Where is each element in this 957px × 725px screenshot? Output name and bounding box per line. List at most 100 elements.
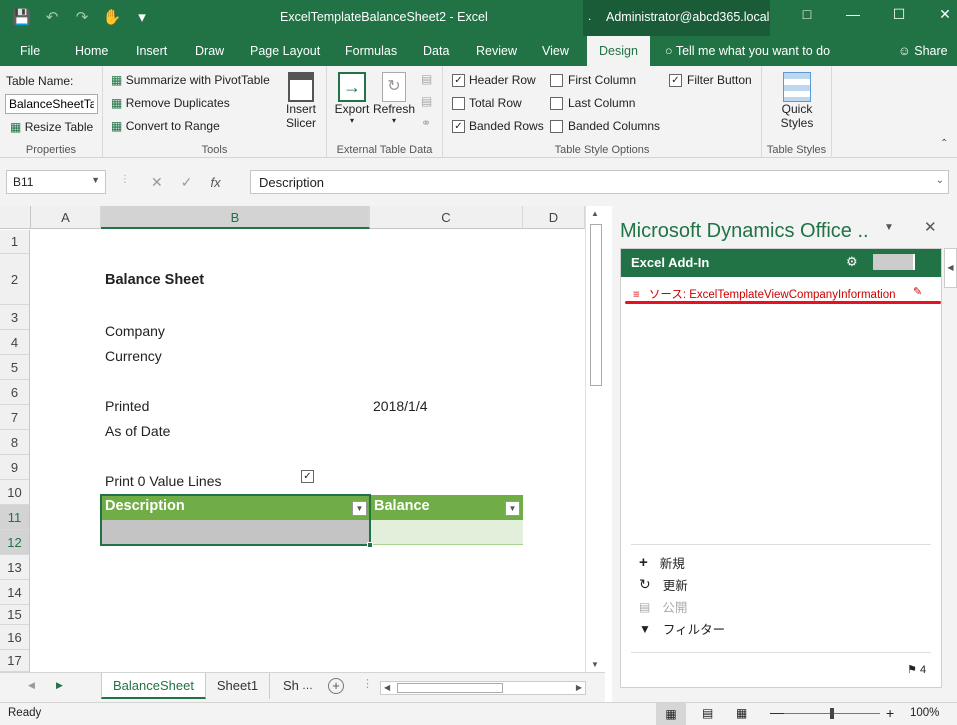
column-header-d[interactable]: D <box>523 206 585 229</box>
hscroll-thumb[interactable] <box>397 683 503 693</box>
row-header[interactable]: 12 <box>0 530 30 555</box>
tab-design[interactable]: Design <box>587 36 650 66</box>
more-sheets-icon[interactable]: … <box>302 673 313 699</box>
filter-action[interactable]: ▼ フィルター <box>639 619 725 638</box>
cell-b2-title[interactable]: Balance Sheet <box>105 272 204 288</box>
table-header-balance[interactable]: Balance ▼ <box>370 495 523 520</box>
cell-b5[interactable]: Currency <box>105 348 162 364</box>
column-header-b[interactable]: B <box>101 206 370 229</box>
filter-dropdown-icon[interactable]: ▼ <box>505 501 520 516</box>
row-header[interactable]: 9 <box>0 455 30 480</box>
total-row-checkbox[interactable] <box>452 97 465 110</box>
expand-formula-icon[interactable]: ⌄ <box>936 175 944 186</box>
export-button[interactable]: → Export ▾ <box>333 72 371 125</box>
tab-file[interactable]: File <box>20 36 40 66</box>
refresh-action[interactable]: ↻ 更新 <box>639 575 688 594</box>
zoom-out-icon[interactable]: — <box>770 704 784 720</box>
row-header[interactable]: 3 <box>0 305 30 330</box>
row-header[interactable]: 2 <box>0 254 30 305</box>
row-header[interactable]: 13 <box>0 555 30 580</box>
name-box[interactable]: B11 ▼ <box>6 170 106 194</box>
minimize-icon[interactable]: — <box>830 6 876 23</box>
select-all-corner[interactable] <box>0 206 31 229</box>
pane-collapse-icon[interactable]: ◀ <box>944 248 957 288</box>
row-header[interactable]: 5 <box>0 355 30 380</box>
table-name-input[interactable] <box>5 94 98 114</box>
hscroll-right-icon[interactable]: ▶ <box>576 683 582 692</box>
row-header[interactable]: 16 <box>0 625 30 650</box>
banded-rows-checkbox[interactable]: ✓ <box>452 120 465 133</box>
new-action[interactable]: + 新規 <box>639 553 685 572</box>
insert-function-icon[interactable]: fx <box>210 175 220 190</box>
tab-formulas[interactable]: Formulas <box>345 36 397 66</box>
page-break-view-icon[interactable]: ▦ <box>736 706 747 720</box>
table-cell-c12[interactable] <box>370 520 523 545</box>
banded-columns-checkbox[interactable] <box>550 120 563 133</box>
prev-sheet-icon[interactable]: ◀ <box>28 680 35 691</box>
tab-review[interactable]: Review <box>476 36 517 66</box>
insert-slicer-button[interactable]: Insert Slicer <box>279 72 323 130</box>
cancel-icon[interactable]: ✕ <box>151 174 163 191</box>
sheet-tab-balancesheet[interactable]: BalanceSheet <box>101 673 206 699</box>
hscroll-left-icon[interactable]: ◀ <box>384 683 390 692</box>
print-zero-checkbox[interactable]: ✓ <box>301 470 314 483</box>
tab-data[interactable]: Data <box>423 36 449 66</box>
cell-b10[interactable]: Print 0 Value Lines <box>105 473 221 489</box>
cell-b4[interactable]: Company <box>105 323 165 339</box>
remove-duplicates-button[interactable]: ▦ Remove Duplicates <box>111 96 230 110</box>
cell-b8[interactable]: As of Date <box>105 423 170 439</box>
resize-table-button[interactable]: ▦ Resize Table <box>10 120 93 134</box>
column-header-c[interactable]: C <box>370 206 523 229</box>
header-row-checkbox[interactable]: ✓ <box>452 74 465 87</box>
cell-b7[interactable]: Printed <box>105 398 149 414</box>
refresh-button[interactable]: ↻ Refresh ▾ <box>373 72 415 125</box>
vertical-scrollbar[interactable]: ▲ ▼ <box>585 206 605 672</box>
zoom-level[interactable]: 100% <box>910 707 939 719</box>
sheet-tab-sheet1[interactable]: Sheet1 <box>206 673 270 699</box>
pane-close-icon[interactable]: ✕ <box>924 218 937 236</box>
convert-range-button[interactable]: ▦ Convert to Range <box>111 119 220 133</box>
publish-action[interactable]: ▤ 公開 <box>639 597 687 616</box>
tab-split-icon[interactable]: ⋮ <box>362 677 373 690</box>
scroll-thumb[interactable] <box>590 224 602 386</box>
tab-draw[interactable]: Draw <box>195 36 224 66</box>
tab-view[interactable]: View <box>542 36 569 66</box>
customize-qat-icon[interactable]: ▾ <box>132 8 152 26</box>
scroll-down-icon[interactable]: ▼ <box>591 660 599 669</box>
summarize-pivot-button[interactable]: ▦ Summarize with PivotTable <box>111 73 270 87</box>
filter-button-checkbox[interactable]: ✓ <box>669 74 682 87</box>
close-icon[interactable]: ✕ <box>922 6 957 23</box>
row-header[interactable]: 10 <box>0 480 30 505</box>
first-column-checkbox[interactable] <box>550 74 563 87</box>
maximize-icon[interactable]: ☐ <box>876 6 922 23</box>
account-name[interactable]: Administrator@abcd365.local <box>606 10 769 24</box>
tell-me-box[interactable]: ○ Tell me what you want to do <box>665 36 830 66</box>
enter-icon[interactable]: ✓ <box>181 174 193 191</box>
row-header[interactable]: 1 <box>0 230 30 254</box>
settings-gear-icon[interactable]: ⚙ <box>846 254 858 270</box>
tab-home[interactable]: Home <box>75 36 108 66</box>
touch-mode-icon[interactable]: ✋ <box>102 8 122 26</box>
last-column-checkbox[interactable] <box>550 97 563 110</box>
add-sheet-icon[interactable]: + <box>328 678 344 694</box>
row-header[interactable]: 8 <box>0 430 30 455</box>
ribbon-display-icon[interactable]: □ <box>784 6 830 23</box>
row-header[interactable]: 15 <box>0 605 30 625</box>
share-button[interactable]: ☺ Share <box>898 36 948 66</box>
collapse-ribbon-icon[interactable]: ⌃ <box>940 138 948 149</box>
fill-handle[interactable] <box>367 542 373 548</box>
horizontal-scrollbar[interactable]: ◀ ▶ <box>380 681 586 695</box>
zoom-slider-thumb[interactable] <box>830 708 834 719</box>
row-header[interactable]: 7 <box>0 405 30 430</box>
quick-styles-button[interactable]: Quick Styles <box>774 72 820 130</box>
column-header-a[interactable]: A <box>31 206 101 229</box>
redo-icon[interactable]: ↷ <box>72 8 92 26</box>
row-header[interactable]: 4 <box>0 330 30 355</box>
row-header[interactable]: 14 <box>0 580 30 605</box>
next-sheet-icon[interactable]: ▶ <box>56 680 63 691</box>
page-layout-view-icon[interactable]: ▤ <box>702 706 713 720</box>
row-header[interactable]: 17 <box>0 650 30 672</box>
flag-indicator[interactable]: ⚑ 4 <box>907 663 926 676</box>
sheet-tab-sh[interactable]: Sh <box>283 673 299 699</box>
undo-icon[interactable]: ↶ <box>42 8 62 26</box>
